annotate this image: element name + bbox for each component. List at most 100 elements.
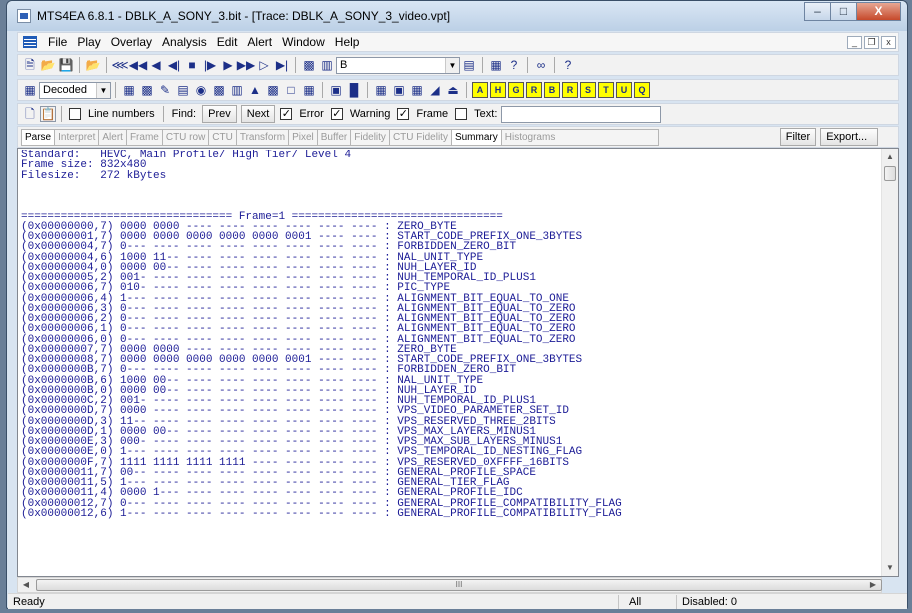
- vertical-scrollbar[interactable]: ▲ ▼: [881, 149, 898, 576]
- block-map-icon[interactable]: ▦: [373, 82, 389, 98]
- histogram-icon[interactable]: ▥: [319, 57, 335, 73]
- mdi-minimize-button[interactable]: _: [847, 36, 862, 49]
- overlay-h-button[interactable]: H: [490, 82, 506, 98]
- tab-ctu[interactable]: CTU: [208, 128, 237, 146]
- text-checkbox[interactable]: [455, 108, 468, 120]
- tab-transform[interactable]: Transform: [235, 128, 290, 146]
- frame-type-select[interactable]: B: [336, 56, 446, 74]
- chart-view-icon[interactable]: ▩: [265, 82, 281, 98]
- tab-parse[interactable]: Parse: [21, 128, 56, 146]
- grid-view-icon[interactable]: ▦: [121, 82, 137, 98]
- menu-help[interactable]: Help: [330, 35, 365, 49]
- scroll-right-icon[interactable]: ▶: [865, 578, 881, 592]
- prev-button[interactable]: Prev: [202, 105, 237, 123]
- eject-icon[interactable]: ⏏: [445, 82, 461, 98]
- tab-alert[interactable]: Alert: [98, 128, 127, 146]
- overlay-a-button[interactable]: A: [472, 82, 488, 98]
- next-button[interactable]: Next: [240, 105, 276, 123]
- find-text-input[interactable]: [501, 105, 662, 123]
- link-icon[interactable]: ∞: [533, 57, 549, 73]
- rewind-start-icon[interactable]: ⋘: [111, 57, 128, 73]
- copy-icon[interactable]: 🗋: [22, 106, 38, 122]
- resize-icon[interactable]: ◢: [427, 82, 443, 98]
- table-icon[interactable]: ▤: [175, 82, 191, 98]
- help-icon[interactable]: ?: [560, 57, 576, 73]
- menu-file[interactable]: File: [43, 35, 72, 49]
- menu-alert[interactable]: Alert: [242, 35, 277, 49]
- mountain-icon[interactable]: ▲: [247, 82, 263, 98]
- view-mode-select[interactable]: Decoded ▼: [39, 81, 111, 99]
- scroll-down-icon[interactable]: ▼: [882, 560, 898, 576]
- overlay-r2-button[interactable]: R: [562, 82, 578, 98]
- horizontal-scroll-thumb[interactable]: III: [36, 579, 882, 591]
- minimize-button[interactable]: –: [804, 2, 831, 21]
- tab-ctu-fidelity[interactable]: CTU Fidelity: [388, 128, 452, 146]
- new-file-icon[interactable]: 🗎: [22, 57, 38, 73]
- blocks-icon[interactable]: ▩: [139, 82, 155, 98]
- export-button[interactable]: Export...: [820, 128, 879, 146]
- error-checkbox[interactable]: ✓: [280, 108, 293, 120]
- menu-play[interactable]: Play: [72, 35, 105, 49]
- tree-icon[interactable]: ▥: [229, 82, 245, 98]
- info-icon[interactable]: ?: [506, 57, 522, 73]
- step-back-icon[interactable]: ◀: [148, 57, 164, 73]
- frame-type-dropdown[interactable]: ▼: [445, 56, 460, 74]
- overlay-r-button[interactable]: R: [526, 82, 542, 98]
- overlay-q-button[interactable]: Q: [634, 82, 650, 98]
- open-folder-icon[interactable]: 📂: [40, 57, 56, 73]
- picture-icon[interactable]: □: [283, 82, 299, 98]
- paste-icon[interactable]: 📋: [40, 106, 56, 122]
- step-back-frame-icon[interactable]: ◀|: [166, 57, 182, 73]
- step-forward-frame-icon[interactable]: |▶: [202, 57, 218, 73]
- tab-interpret[interactable]: Interpret: [54, 128, 100, 146]
- pattern-icon[interactable]: ▩: [211, 82, 227, 98]
- save-icon[interactable]: 💾: [58, 57, 74, 73]
- trace-row[interactable]: (0x00000012,6) 1--- ---- ---- ---- ---- …: [21, 508, 883, 519]
- frame-checkbox[interactable]: ✓: [397, 108, 410, 120]
- menu-analysis[interactable]: Analysis: [157, 35, 212, 49]
- overlay-g-button[interactable]: G: [508, 82, 524, 98]
- rewind-icon[interactable]: ◀◀: [129, 57, 147, 73]
- overlay-b-button[interactable]: B: [544, 82, 560, 98]
- stop-icon[interactable]: ■: [184, 57, 200, 73]
- trace-view[interactable]: Standard: HEVC, Main Profile/ High Tier/…: [17, 148, 899, 577]
- zoom-icon[interactable]: ▣: [328, 82, 344, 98]
- scroll-up-icon[interactable]: ▲: [882, 149, 898, 165]
- tab-histograms[interactable]: Histograms: [500, 128, 659, 146]
- open-trace-icon[interactable]: 📂: [85, 57, 101, 73]
- close-button[interactable]: X: [856, 2, 901, 21]
- line-numbers-checkbox[interactable]: [69, 108, 81, 120]
- tab-frame[interactable]: Frame: [125, 128, 163, 146]
- end-icon[interactable]: ▶|: [274, 57, 290, 73]
- tab-fidelity[interactable]: Fidelity: [350, 128, 390, 146]
- bars-icon[interactable]: █: [346, 82, 362, 98]
- overlay-t-button[interactable]: T: [598, 82, 614, 98]
- pencil-icon[interactable]: ✎: [157, 82, 173, 98]
- scroll-left-icon[interactable]: ◀: [18, 578, 34, 592]
- fast-forward-icon[interactable]: ▶▶: [237, 57, 255, 73]
- overlay-s-button[interactable]: S: [580, 82, 596, 98]
- overlay-u-button[interactable]: U: [616, 82, 632, 98]
- tab-summary[interactable]: Summary: [450, 128, 502, 146]
- tab-buffer[interactable]: Buffer: [316, 128, 352, 146]
- grid-small-icon[interactable]: ▦: [301, 82, 317, 98]
- eye-icon[interactable]: ◉: [193, 82, 209, 98]
- maximize-button[interactable]: □: [830, 2, 857, 21]
- vertical-scroll-thumb[interactable]: [884, 166, 896, 181]
- title-bar[interactable]: MTS4EA 6.8.1 - DBLK_A_SONY_3.bit - [Trac…: [7, 1, 907, 31]
- menu-edit[interactable]: Edit: [212, 35, 243, 49]
- chart-icon[interactable]: ▤: [461, 57, 477, 73]
- tab-pixel[interactable]: Pixel: [288, 128, 318, 146]
- grid-icon[interactable]: ▦: [488, 57, 504, 73]
- skip-forward-icon[interactable]: ▷: [256, 57, 272, 73]
- tab-ctu-row[interactable]: CTU row: [161, 128, 210, 146]
- menu-window[interactable]: Window: [277, 35, 330, 49]
- warning-checkbox[interactable]: ✓: [330, 108, 343, 120]
- document-icon[interactable]: [23, 36, 37, 48]
- menu-overlay[interactable]: Overlay: [106, 35, 157, 49]
- mdi-close-button[interactable]: x: [881, 36, 896, 49]
- horizontal-scrollbar[interactable]: ◀ III ▶: [17, 577, 882, 593]
- mdi-restore-button[interactable]: ❐: [864, 36, 879, 49]
- filter-button[interactable]: Filter: [779, 128, 817, 146]
- play-icon[interactable]: ▶: [220, 57, 236, 73]
